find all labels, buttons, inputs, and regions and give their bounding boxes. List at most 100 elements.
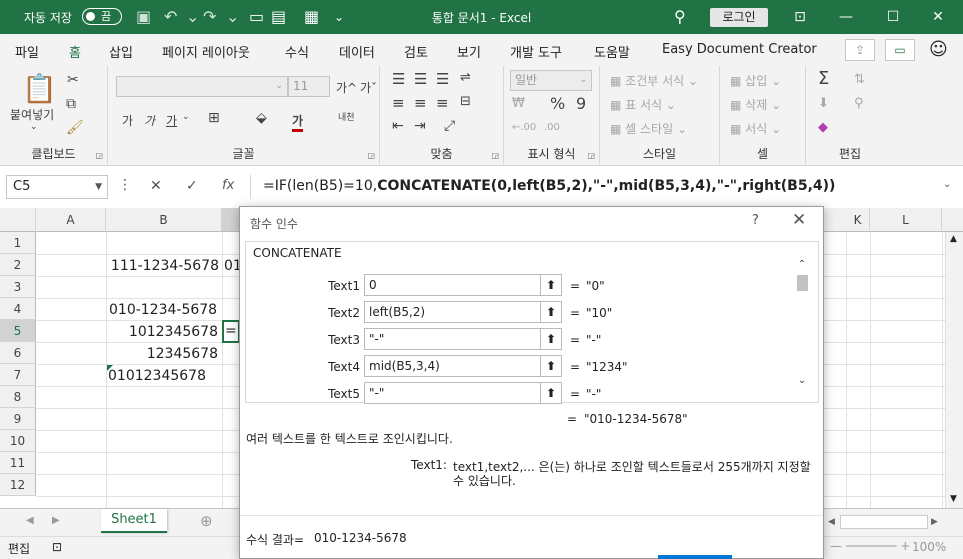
- row-header-2[interactable]: 2: [0, 254, 36, 276]
- tab-home[interactable]: 홈: [69, 42, 81, 68]
- align-center-icon[interactable]: ≡: [414, 94, 427, 112]
- row-header-12[interactable]: 12: [0, 474, 36, 496]
- insert-cells-button[interactable]: ▦ 삽입 ⌄: [730, 72, 781, 89]
- collapse-dialog-icon[interactable]: ⬆: [540, 328, 562, 350]
- column-header-k[interactable]: K: [846, 208, 870, 232]
- maximize-icon[interactable]: ☐: [878, 6, 908, 28]
- format-painter-icon[interactable]: 🖌: [66, 120, 84, 136]
- row-header-9[interactable]: 9: [0, 408, 36, 430]
- copy-icon[interactable]: ⧉: [66, 96, 76, 112]
- name-box[interactable]: C5 ▼: [6, 175, 108, 199]
- cell-styles-button[interactable]: ▦ 셀 스타일 ⌄: [610, 120, 687, 137]
- italic-button[interactable]: 가: [144, 112, 155, 129]
- tab-review[interactable]: 검토: [404, 42, 428, 61]
- row-header-1[interactable]: 1: [0, 232, 36, 254]
- insert-function-button[interactable]: fx: [222, 178, 234, 193]
- formula-input[interactable]: =IF(len(B5)=10,CONCATENATE(0,left(B5,2),…: [250, 175, 956, 199]
- row-header-4[interactable]: 4: [0, 298, 36, 320]
- row-header-3[interactable]: 3: [0, 276, 36, 298]
- tab-file[interactable]: 파일: [15, 42, 39, 61]
- underline-dropdown-icon[interactable]: ⌄: [182, 112, 190, 122]
- chevron-down-icon[interactable]: ⌄: [793, 375, 811, 386]
- cell-b5[interactable]: 1012345678: [106, 321, 220, 343]
- underline-button[interactable]: 가: [166, 112, 177, 129]
- cell-b2[interactable]: 111-1234-5678: [106, 255, 222, 277]
- confirm-entry-icon[interactable]: ✓: [186, 178, 198, 194]
- cell-b6[interactable]: 12345678: [106, 343, 220, 365]
- autosum-icon[interactable]: Σ: [818, 68, 829, 89]
- close-icon[interactable]: ✕: [923, 6, 953, 28]
- add-sheet-icon[interactable]: ⊕: [200, 512, 213, 530]
- zoom-slider[interactable]: — ─────── +: [830, 539, 910, 553]
- arg-input-text3[interactable]: "-": [364, 328, 542, 350]
- decrease-decimal-button[interactable]: .00: [544, 122, 560, 133]
- bold-button[interactable]: 가: [122, 112, 133, 129]
- align-middle-icon[interactable]: ☰: [414, 70, 427, 88]
- column-header-j[interactable]: [824, 208, 846, 232]
- arg-input-text4[interactable]: mid(B5,3,4): [364, 355, 542, 377]
- percent-button[interactable]: %: [550, 94, 565, 113]
- borders-icon[interactable]: ⊞: [208, 110, 220, 126]
- collapse-dialog-icon[interactable]: ⬆: [540, 274, 562, 296]
- tab-formulas[interactable]: 수식: [285, 42, 309, 61]
- collapse-dialog-icon[interactable]: ⬆: [540, 355, 562, 377]
- tab-page-layout[interactable]: 페이지 레이아웃: [162, 42, 250, 61]
- cell-b4[interactable]: 010-1234-5678: [109, 299, 217, 321]
- cut-icon[interactable]: ✂: [67, 72, 79, 88]
- tab-help[interactable]: 도움말: [594, 42, 630, 61]
- args-scrollbar[interactable]: ⌃ ⌄: [793, 259, 811, 391]
- tab-view[interactable]: 보기: [457, 42, 481, 61]
- merge-center-icon[interactable]: ⊟: [460, 94, 471, 109]
- sort-filter-icon[interactable]: ⇅: [854, 72, 865, 87]
- prev-sheet-icon[interactable]: ◀: [26, 515, 34, 526]
- tab-easy-document-creator[interactable]: Easy Document Creator: [662, 42, 817, 57]
- clipboard-launcher-icon[interactable]: ◲: [95, 151, 103, 160]
- row-header-7[interactable]: 7: [0, 364, 36, 386]
- fill-icon[interactable]: ⬇: [818, 96, 829, 111]
- format-as-table-button[interactable]: ▦ 표 서식 ⌄: [610, 96, 676, 113]
- scroll-down-icon[interactable]: ▼: [950, 494, 957, 504]
- font-size-combo[interactable]: 11: [288, 76, 330, 97]
- conditional-formatting-button[interactable]: ▦ 조건부 서식 ⌄: [610, 72, 698, 89]
- wrap-text-icon[interactable]: ⇌: [460, 70, 471, 85]
- font-launcher-icon[interactable]: ◲: [367, 151, 375, 160]
- scrollbar-thumb[interactable]: [797, 275, 808, 291]
- fill-color-icon[interactable]: ⬙: [256, 110, 267, 126]
- clear-icon[interactable]: ◆: [818, 120, 828, 135]
- column-header-c[interactable]: [222, 208, 240, 232]
- cell-b7[interactable]: 01012345678: [108, 365, 206, 387]
- currency-icon[interactable]: ₩: [512, 96, 525, 111]
- expand-formula-bar-icon[interactable]: ⌄: [943, 179, 951, 190]
- font-color-button[interactable]: 가: [292, 112, 304, 132]
- font-increase-button[interactable]: 가^: [336, 79, 357, 96]
- font-decrease-button[interactable]: 가ˇ: [360, 79, 377, 96]
- next-sheet-icon[interactable]: ▶: [52, 515, 60, 526]
- feedback-smiley-icon[interactable]: ☺: [929, 39, 948, 60]
- tab-data[interactable]: 데이터: [339, 42, 375, 61]
- phonetic-button[interactable]: 내천: [338, 110, 355, 123]
- row-header-6[interactable]: 6: [0, 342, 36, 364]
- row-header-5[interactable]: 5: [0, 320, 36, 342]
- sheet-tab-sheet1[interactable]: Sheet1: [101, 509, 167, 533]
- column-header-b[interactable]: B: [106, 208, 222, 232]
- minimize-icon[interactable]: —: [831, 6, 861, 28]
- cancel-entry-icon[interactable]: ✕: [150, 178, 162, 194]
- arg-input-text5[interactable]: "-": [364, 382, 542, 404]
- search-icon[interactable]: ⚲: [674, 7, 686, 26]
- share-icon[interactable]: ⇪: [845, 39, 875, 61]
- column-header-a[interactable]: A: [36, 208, 106, 232]
- dialog-close-icon[interactable]: ✕: [792, 210, 806, 230]
- comments-icon[interactable]: ▭: [885, 39, 915, 61]
- arg-input-text1[interactable]: 0: [364, 274, 542, 296]
- paste-button[interactable]: 붙여넣기: [10, 106, 54, 123]
- paste-icon[interactable]: 📋: [22, 72, 57, 105]
- align-bottom-icon[interactable]: ☰: [436, 70, 449, 88]
- align-right-icon[interactable]: ≡: [436, 94, 449, 112]
- accessibility-icon[interactable]: ⊡: [52, 540, 62, 554]
- paste-dropdown-icon[interactable]: ⌄: [30, 122, 38, 132]
- error-indicator-icon[interactable]: [107, 365, 113, 371]
- name-box-dropdown-icon[interactable]: ▼: [95, 176, 102, 198]
- arg-input-text2[interactable]: left(B5,2): [364, 301, 542, 323]
- column-header-m[interactable]: [942, 208, 963, 232]
- tab-insert[interactable]: 삽입: [109, 42, 133, 61]
